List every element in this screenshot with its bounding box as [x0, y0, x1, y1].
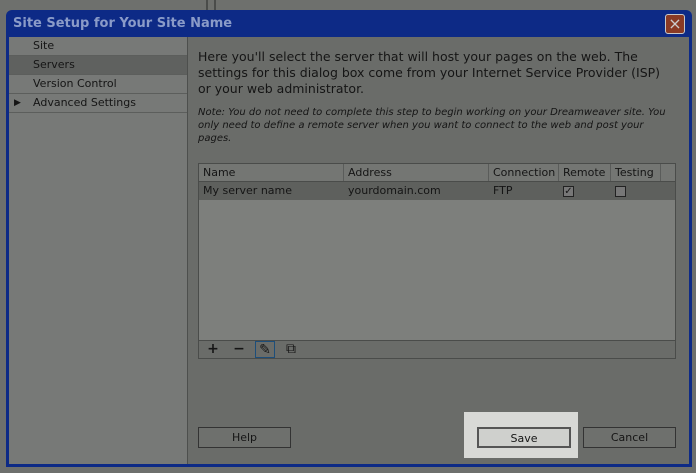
- server-address: yourdomain.com: [348, 184, 441, 197]
- sidebar-item-advanced-settings[interactable]: ▶ Advanced Settings: [9, 94, 187, 113]
- background-divider: [214, 0, 216, 10]
- server-connection: FTP: [493, 184, 513, 197]
- sidebar-item-label: Advanced Settings: [33, 96, 136, 109]
- save-button[interactable]: Save: [477, 427, 571, 448]
- sidebar-item-version-control[interactable]: Version Control: [9, 75, 187, 94]
- column-header-remote[interactable]: Remote: [559, 164, 611, 181]
- note-text: Note: You do not need to complete this s…: [198, 107, 666, 144]
- sidebar: Site Servers Version Control ▶ Advanced S…: [9, 37, 188, 464]
- testing-checkbox[interactable]: [615, 185, 626, 197]
- column-header-name[interactable]: Name: [199, 164, 344, 181]
- close-icon[interactable]: ×: [665, 14, 685, 34]
- intro-text: Here you'll select the server that will …: [198, 49, 661, 96]
- cancel-button[interactable]: Cancel: [583, 427, 676, 448]
- dialog-title: Site Setup for Your Site Name: [13, 16, 233, 31]
- help-button[interactable]: Help: [198, 427, 291, 448]
- column-header-testing[interactable]: Testing: [611, 164, 661, 181]
- server-toolbar: + − ✎ ⧉: [198, 341, 676, 359]
- remote-checkbox[interactable]: ✓: [563, 185, 574, 197]
- site-setup-dialog: Site Setup for Your Site Name × Site Ser…: [6, 10, 692, 467]
- edit-server-button[interactable]: ✎: [255, 341, 275, 358]
- column-header-address[interactable]: Address: [344, 164, 489, 181]
- add-server-button[interactable]: +: [203, 341, 223, 358]
- background-divider: [206, 0, 208, 10]
- table-header: Name Address Connection Remote Testing: [199, 164, 675, 182]
- remove-server-button[interactable]: −: [229, 341, 249, 358]
- sidebar-item-site[interactable]: Site: [9, 37, 187, 56]
- expand-triangle-icon[interactable]: ▶: [14, 94, 21, 112]
- sidebar-item-servers[interactable]: Servers: [9, 56, 187, 75]
- table-row[interactable]: My server name yourdomain.com FTP ✓: [199, 182, 675, 200]
- column-header-connection[interactable]: Connection: [489, 164, 559, 181]
- servers-table: Name Address Connection Remote Testing M…: [198, 163, 676, 341]
- sidebar-item-label: Servers: [33, 58, 75, 71]
- server-name: My server name: [203, 184, 293, 197]
- duplicate-server-button[interactable]: ⧉: [281, 341, 301, 358]
- sidebar-item-label: Version Control: [33, 77, 117, 90]
- sidebar-item-label: Site: [33, 39, 55, 52]
